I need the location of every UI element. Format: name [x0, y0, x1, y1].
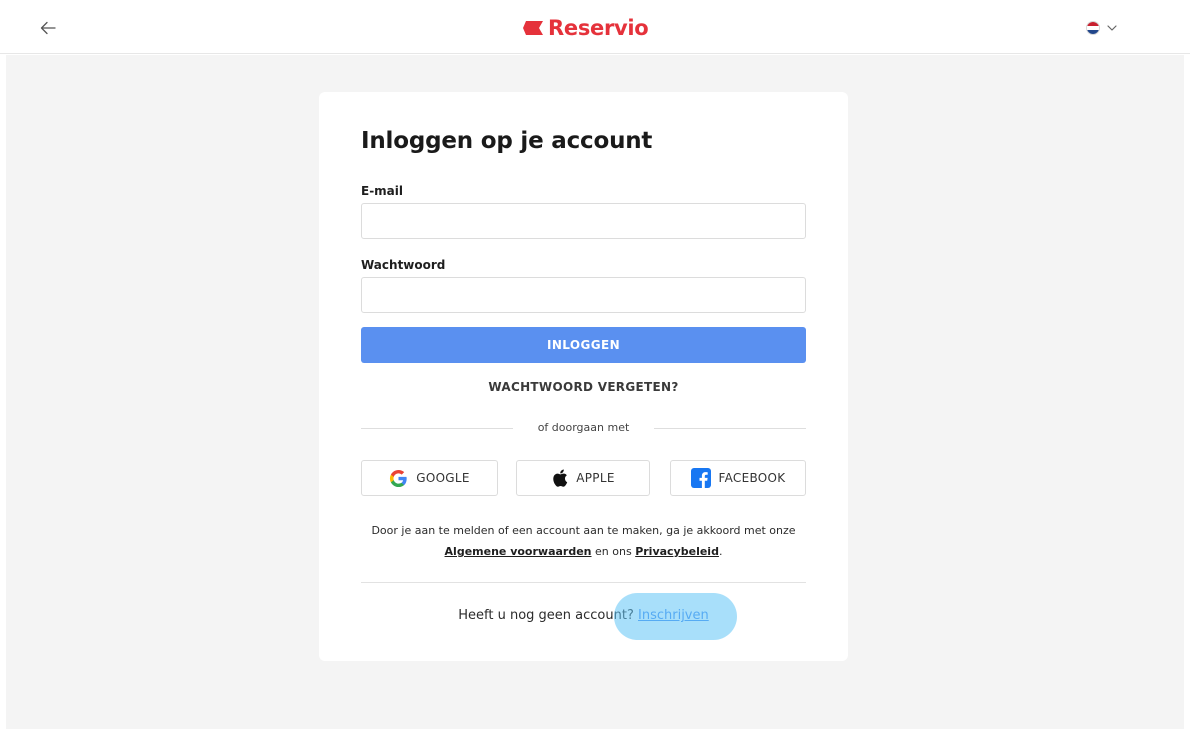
terms-middle: en ons: [591, 545, 636, 558]
chevron-down-icon: [1107, 25, 1117, 31]
google-icon: [390, 469, 407, 487]
facebook-login-label: FACEBOOK: [718, 471, 786, 485]
facebook-login-button[interactable]: FACEBOOK: [670, 460, 806, 496]
reservio-logo-icon: [523, 21, 543, 35]
forgot-password-link[interactable]: WACHTWOORD VERGETEN?: [361, 380, 806, 394]
back-button[interactable]: [34, 14, 62, 42]
apple-icon: [553, 469, 568, 487]
divider: of doorgaan met: [361, 419, 806, 439]
email-label: E-mail: [361, 184, 404, 198]
arrow-left-icon: [40, 21, 56, 35]
brand-name: Reservio: [548, 16, 649, 40]
login-card: Inloggen op je account E-mail Wachtwoord…: [319, 92, 848, 661]
google-login-button[interactable]: GOOGLE: [361, 460, 498, 496]
privacy-link[interactable]: Privacybeleid: [635, 545, 719, 558]
top-bar: Reservio: [0, 0, 1190, 54]
divider-line-right: [654, 428, 806, 429]
google-login-label: GOOGLE: [416, 471, 470, 485]
password-field[interactable]: [361, 277, 806, 313]
page-title: Inloggen op je account: [361, 128, 653, 154]
brand-logo[interactable]: Reservio: [522, 14, 649, 42]
signup-link[interactable]: Inschrijven: [638, 608, 709, 623]
login-button[interactable]: INLOGGEN: [361, 327, 806, 363]
apple-login-label: APPLE: [576, 471, 615, 485]
terms-link[interactable]: Algemene voorwaarden: [445, 545, 592, 558]
terms-prefix: Door je aan te melden of een account aan…: [371, 524, 796, 537]
section-divider: [361, 582, 806, 583]
email-field[interactable]: [361, 203, 806, 239]
netherlands-flag-icon: [1086, 21, 1100, 35]
terms-text: Door je aan te melden of een account aan…: [361, 520, 806, 562]
signup-prompt: Heeft u nog geen account? Inschrijven: [361, 608, 806, 623]
apple-login-button[interactable]: APPLE: [516, 460, 650, 496]
facebook-icon: [690, 468, 711, 488]
signup-question: Heeft u nog geen account?: [458, 608, 638, 623]
language-selector[interactable]: [1086, 17, 1117, 39]
terms-suffix: .: [718, 545, 723, 558]
password-label: Wachtwoord: [361, 258, 446, 272]
